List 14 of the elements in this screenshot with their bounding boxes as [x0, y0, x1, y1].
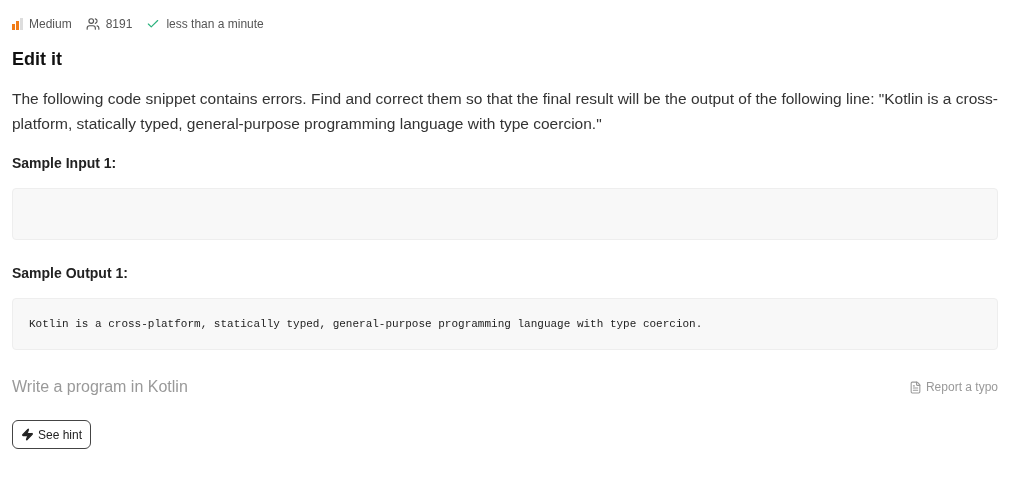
lightning-icon [21, 428, 34, 441]
editor-prompt: Write a program in Kotlin [12, 377, 188, 397]
solver-count: 8191 [105, 16, 133, 33]
task-description: The following code snippet contains errors. Find and correct them so that the final result will be the output of the following line: "Kotlin is a cross-platform, statically typed, general-purpose programming language with type coercion." [12, 89, 999, 134]
task-title: Edit it [12, 48, 63, 71]
sample-label: Sample Output 1: [12, 264, 129, 283]
document-icon [908, 380, 922, 394]
sample-output-text: Kotlin is a cross-platform, statically typed, general-purpose programming language with type coercion. [29, 316, 703, 332]
time-estimate: less than a minute [166, 16, 264, 33]
see-hint-button[interactable]: See hint [12, 420, 92, 449]
sample-label: Sample Input 1: [12, 154, 118, 173]
users-icon [85, 17, 100, 31]
difficulty-label: Medium [29, 16, 72, 33]
check-icon [146, 17, 161, 31]
